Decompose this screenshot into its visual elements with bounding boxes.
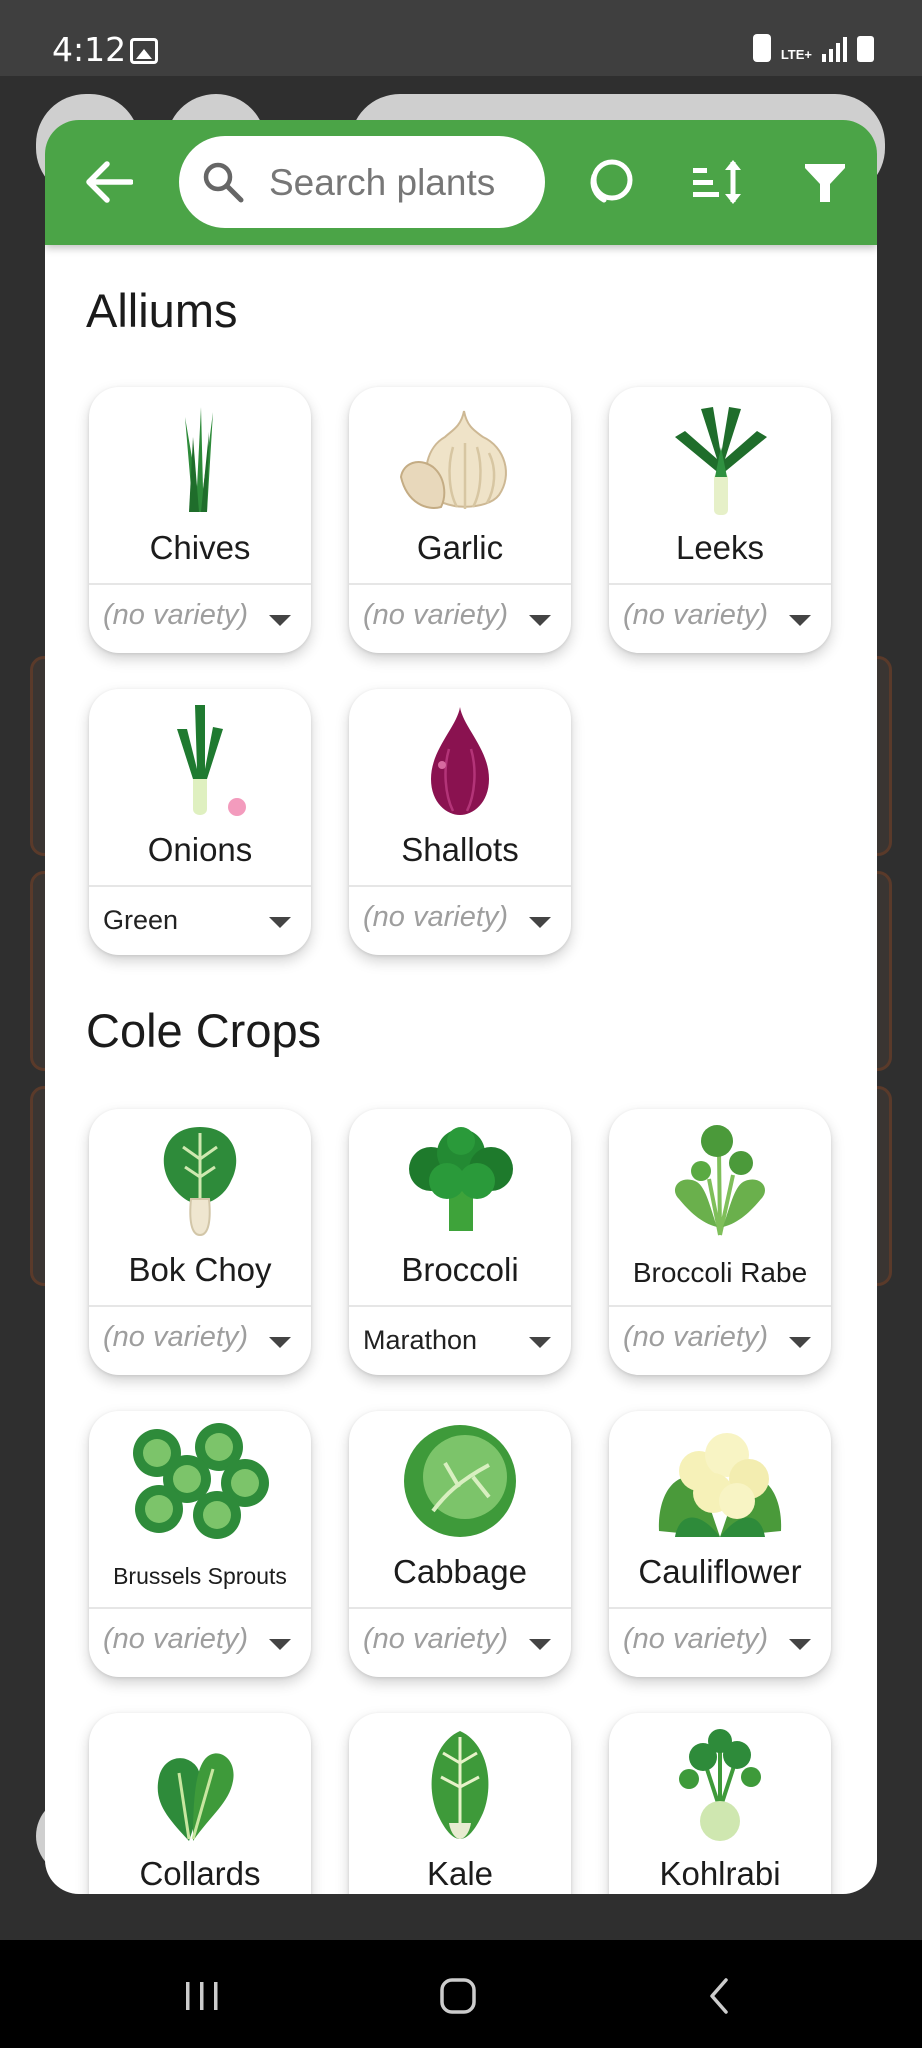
variety-select[interactable]: Green [103,905,178,936]
status-icons: LTE+ [752,34,874,62]
divider [89,1305,311,1307]
variety-select[interactable]: Marathon [363,1325,477,1356]
plant-card-onions[interactable]: Onions Green [89,689,311,955]
plant-card-cabbage[interactable]: Cabbage (no variety) [349,1411,571,1677]
sort-icon[interactable] [689,154,745,210]
green-onion-icon [177,705,246,816]
plant-picker-dialog: Search plants Alliums Chives (no variety… [45,120,877,1894]
plant-card-kale[interactable]: Kale [349,1713,571,1894]
variety-select[interactable]: (no variety) [103,1623,248,1656]
broccoli-rabe-icon [674,1125,766,1236]
search-input[interactable]: Search plants [179,136,545,228]
plant-card-broccoli[interactable]: Broccoli Marathon [349,1109,571,1375]
brussels-sprouts-icon [133,1423,269,1539]
bok-choy-icon [163,1127,237,1237]
plant-name: Cauliflower [638,1553,802,1590]
chevron-down-icon[interactable] [529,615,551,626]
plant-name: Broccoli [401,1251,519,1288]
chevron-down-icon[interactable] [529,1337,551,1348]
plant-name: Chives [149,529,251,566]
arrow-left-icon[interactable] [85,160,133,204]
divider [89,885,311,887]
battery-icon [857,36,874,62]
plant-name: Broccoli Rabe [632,1257,808,1288]
search-icon [203,162,244,203]
plant-card-garlic[interactable]: Garlic (no variety) [349,387,571,653]
chevron-down-icon[interactable] [269,917,291,928]
signal-icon [822,36,847,62]
plant-card-collards[interactable]: Collards [89,1713,311,1894]
variety-select[interactable]: (no variety) [623,1321,768,1354]
plant-card-chives[interactable]: Chives (no variety) [89,387,311,653]
toolbar: Search plants [45,120,877,245]
network-type: LTE+ [780,47,812,62]
plant-card-bok-choy[interactable]: Bok Choy (no variety) [89,1109,311,1375]
divider [609,583,831,585]
divider [89,583,311,585]
section-title: Cole Crops [86,1004,322,1057]
plant-name: Collards [139,1855,261,1892]
plant-name: Leeks [675,529,765,566]
plant-name: Garlic [416,529,504,566]
plant-list: Alliums Chives (no variety) Garlic (no v… [45,245,877,1894]
divider [89,1607,311,1609]
plant-name: Onions [147,831,253,868]
cycle-icon[interactable] [582,154,638,210]
plant-card-kohlrabi[interactable]: Kohlrabi [609,1713,831,1894]
plant-card-cauliflower[interactable]: Cauliflower (no variety) [609,1411,831,1677]
section-title: Alliums [86,284,238,337]
broccoli-icon [409,1127,513,1231]
cauliflower-icon [658,1433,782,1537]
variety-select[interactable]: (no variety) [623,1623,768,1656]
plant-card-leeks[interactable]: Leeks (no variety) [609,387,831,653]
chevron-down-icon[interactable] [789,615,811,626]
variety-select[interactable]: (no variety) [103,599,248,632]
collards-icon [157,1753,234,1841]
kale-icon [431,1731,489,1839]
cabbage-icon [404,1425,516,1537]
variety-select[interactable]: (no variety) [363,1623,508,1656]
divider [349,583,571,585]
divider [349,1607,571,1609]
status-time: 4:12 [52,30,127,69]
chevron-down-icon[interactable] [789,1337,811,1348]
divider [609,1305,831,1307]
shallot-icon [431,707,489,815]
plant-name: Shallots [401,831,519,868]
divider [349,1305,571,1307]
system-nav-bar [0,1940,922,2048]
plant-name: Kale [426,1855,494,1892]
chives-icon [185,407,213,512]
chevron-down-icon[interactable] [789,1639,811,1650]
divider [349,885,571,887]
variety-select[interactable]: (no variety) [103,1321,248,1354]
plant-name: Brussels Sprouts [113,1563,287,1589]
leek-icon [675,407,767,515]
kohlrabi-icon [679,1729,761,1841]
gallery-icon [130,38,158,64]
plant-card-brussels-sprouts[interactable]: Brussels Sprouts (no variety) [89,1411,311,1677]
recents-icon[interactable] [182,1976,222,2016]
chevron-down-icon[interactable] [269,1639,291,1650]
filter-icon[interactable] [797,154,853,210]
search-placeholder: Search plants [269,162,496,203]
chevron-down-icon[interactable] [529,1639,551,1650]
chevron-down-icon[interactable] [269,1337,291,1348]
plant-name: Bok Choy [128,1251,272,1288]
variety-select[interactable]: (no variety) [363,901,508,934]
chevron-down-icon[interactable] [529,917,551,928]
variety-select[interactable]: (no variety) [363,599,508,632]
divider [609,1607,831,1609]
plant-name: Cabbage [393,1553,527,1590]
plant-card-broccoli-rabe[interactable]: Broccoli Rabe (no variety) [609,1109,831,1375]
home-icon[interactable] [438,1976,478,2016]
sync-icon [752,34,771,62]
variety-select[interactable]: (no variety) [623,599,768,632]
plant-name: Kohlrabi [659,1855,781,1892]
chevron-down-icon[interactable] [269,615,291,626]
back-icon[interactable] [700,1976,740,2016]
status-bar: 4:12 LTE+ [0,0,922,76]
garlic-icon [399,410,507,509]
plant-card-shallots[interactable]: Shallots (no variety) [349,689,571,955]
